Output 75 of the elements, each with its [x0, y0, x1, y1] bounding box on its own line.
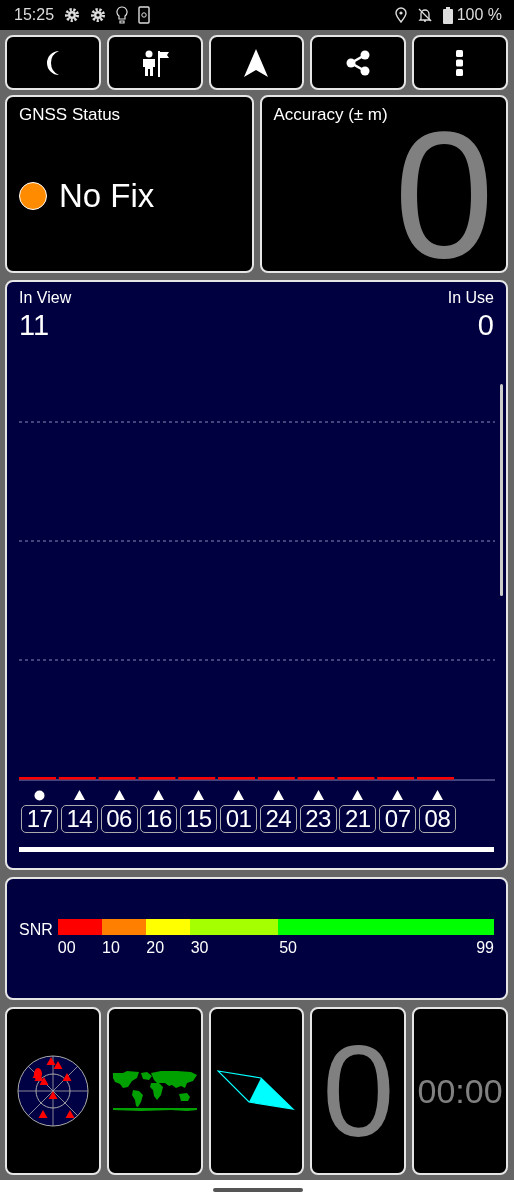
- satellite-id: 21: [339, 805, 377, 833]
- satellite-id: 16: [140, 805, 178, 833]
- triangle-icon: [193, 790, 205, 800]
- scale-label: 00: [57, 939, 76, 957]
- gear-icon: [90, 7, 107, 23]
- night-mode-button[interactable]: [5, 35, 101, 90]
- lightbulb-icon: [116, 6, 129, 24]
- triangle-icon: [272, 790, 284, 800]
- speed-value: 0: [322, 1026, 395, 1156]
- satellite-id: 08: [418, 805, 456, 833]
- triangle-icon: [233, 790, 244, 800]
- signal-bar: [19, 777, 56, 780]
- navigation-button[interactable]: [208, 35, 305, 90]
- more-icon: [456, 49, 465, 76]
- dot-icon: [34, 789, 45, 801]
- location-pin-icon: [394, 7, 407, 23]
- satellite-id: 01: [220, 805, 257, 833]
- signal-bar: [218, 777, 255, 780]
- signal-bar: [257, 777, 295, 780]
- signal-bar: [178, 777, 216, 780]
- person-flag-icon: [140, 48, 169, 77]
- navigation-arrow-icon: [244, 48, 269, 77]
- in-use-count: 0: [477, 309, 494, 342]
- mission-button[interactable]: [106, 35, 203, 90]
- triangle-icon: [392, 790, 404, 800]
- signal-bar: [337, 777, 375, 780]
- signal-bar: [138, 777, 176, 780]
- satellite-id: 24: [259, 805, 297, 833]
- scale-label: 10: [102, 939, 120, 957]
- share-button[interactable]: [310, 35, 407, 90]
- in-view-label: In View: [19, 289, 72, 307]
- scale-label: 99: [476, 939, 494, 957]
- time-tile[interactable]: 00:00: [412, 1007, 508, 1175]
- share-icon: [346, 49, 371, 76]
- phone-icon: [138, 6, 151, 24]
- triangle-icon: [73, 790, 85, 800]
- home-handle[interactable]: [212, 1188, 303, 1192]
- speed-tile[interactable]: 0: [310, 1007, 407, 1175]
- satellite-id: 07: [379, 805, 417, 833]
- menu-button[interactable]: [412, 35, 508, 90]
- scale-label: 20: [146, 939, 165, 957]
- triangle-icon: [312, 790, 324, 800]
- battery-level: 100 %: [456, 6, 502, 24]
- in-view-count: 11: [19, 309, 51, 342]
- satellite-id: 06: [100, 805, 138, 833]
- status-dot: [19, 182, 47, 210]
- satellite-id: 14: [60, 805, 98, 833]
- world-map-tile[interactable]: [106, 1007, 203, 1175]
- triangle-icon: [113, 790, 125, 800]
- gear-icon: [64, 7, 81, 23]
- signal-bar: [98, 777, 136, 780]
- elapsed-time: 00:00: [417, 1071, 503, 1111]
- triangle-icon: [352, 790, 364, 800]
- snr-label: SNR: [19, 921, 53, 939]
- battery-icon: [442, 6, 453, 24]
- triangle-icon: [431, 790, 443, 800]
- card-title: Accuracy (± m): [273, 105, 388, 125]
- scale-label: 50: [279, 939, 297, 957]
- signal-bar: [297, 777, 335, 780]
- sky-plot-tile[interactable]: [5, 1007, 101, 1175]
- fix-status: No Fix: [59, 177, 155, 215]
- signal-bar: [377, 777, 415, 780]
- satellite-id: 17: [21, 805, 58, 833]
- bell-off-icon: [416, 7, 433, 23]
- card-title: GNSS Status: [19, 105, 121, 125]
- satellite-id: 23: [299, 805, 337, 833]
- triangle-icon: [153, 790, 165, 800]
- scale-label: 30: [190, 939, 209, 957]
- accuracy-value: 0: [393, 105, 494, 271]
- direction-tile[interactable]: [208, 1007, 305, 1175]
- satellite-id: 15: [180, 805, 218, 833]
- signal-bar: [417, 777, 454, 780]
- in-use-label: In Use: [447, 289, 494, 307]
- signal-bar: [58, 777, 96, 780]
- status-time: 15:25: [14, 6, 55, 24]
